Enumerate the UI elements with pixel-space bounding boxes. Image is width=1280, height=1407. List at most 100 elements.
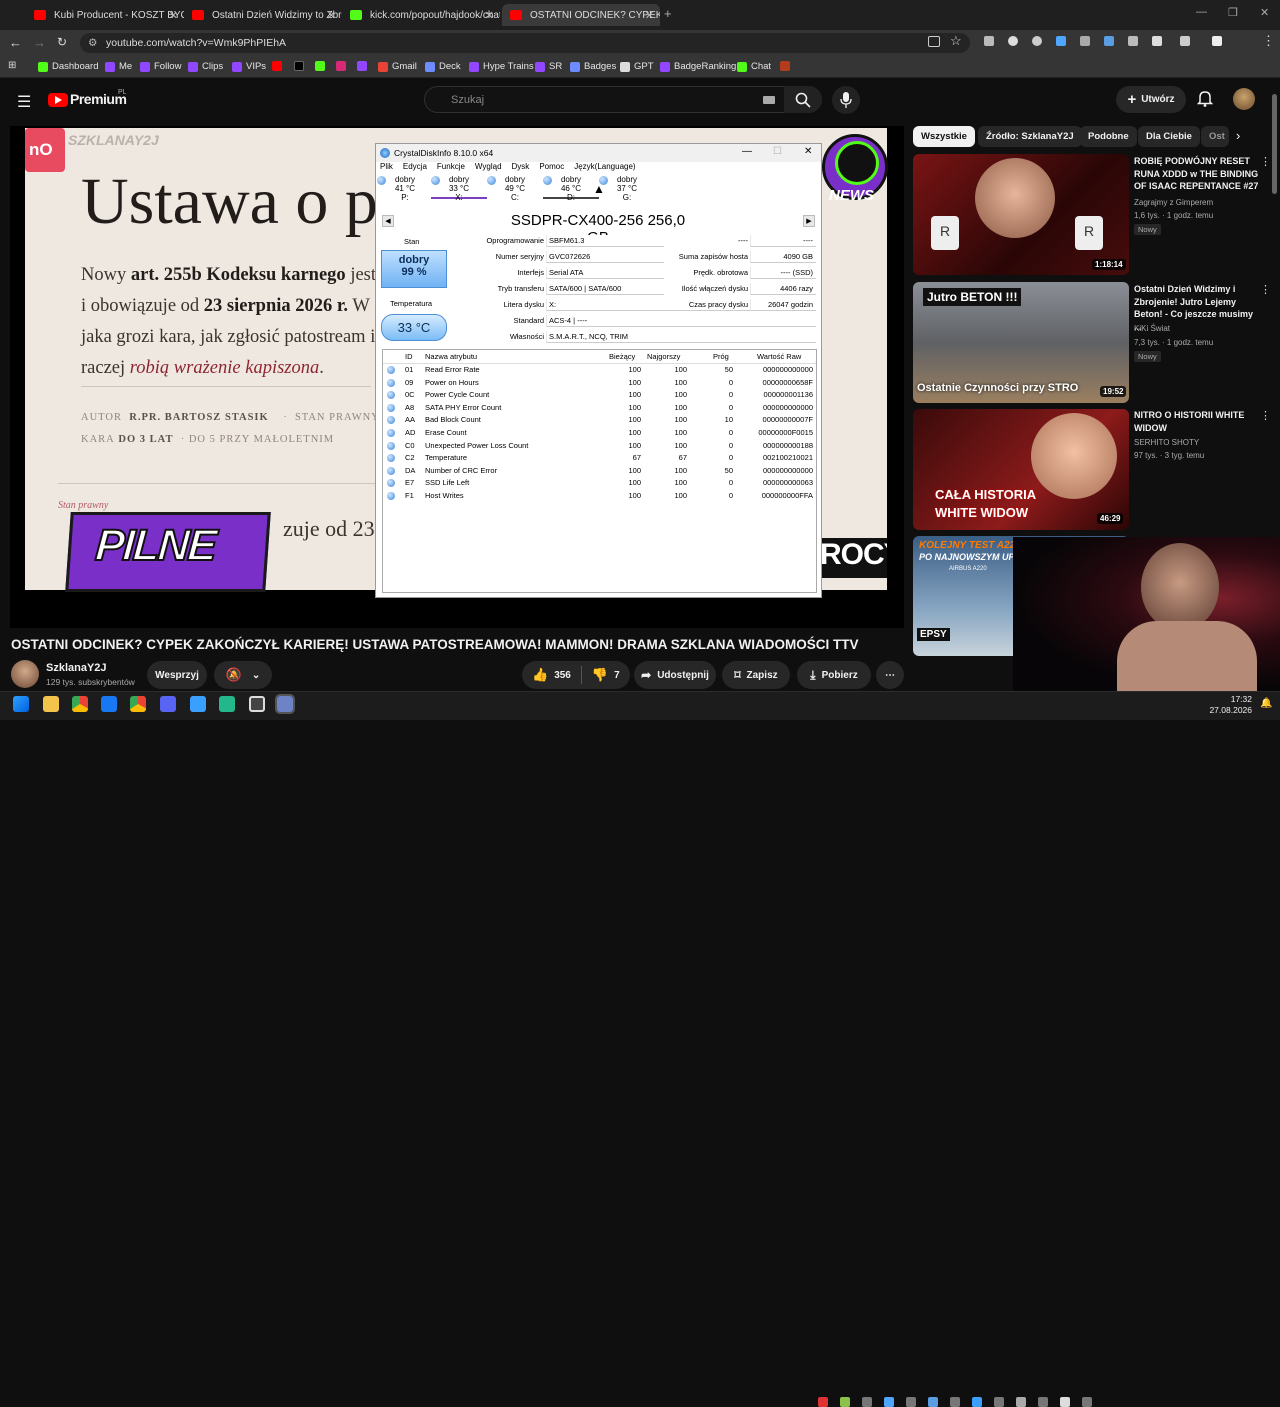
browser-tab-active[interactable]: OSTATNI ODCINEK? CYPEK ZAK ✕ xyxy=(502,4,660,26)
column-header[interactable]: Najgorszy xyxy=(647,351,680,364)
back-icon[interactable]: ← xyxy=(9,35,22,50)
app-icon[interactable] xyxy=(219,696,235,712)
bookmark-deck[interactable]: Deck xyxy=(425,61,461,72)
close-window-icon[interactable]: ✕ xyxy=(804,146,812,157)
extension-icon[interactable] xyxy=(1104,36,1114,46)
maximize-icon[interactable]: ☐ xyxy=(773,146,782,157)
maximize-icon[interactable]: ❐ xyxy=(1228,6,1238,19)
table-row[interactable]: AA Bad Block Count 100 100 10 00000000007F xyxy=(383,414,816,427)
like-count[interactable]: 356 xyxy=(554,670,571,681)
tray-icon[interactable] xyxy=(1038,1397,1048,1407)
tray-icon[interactable] xyxy=(1060,1397,1070,1407)
bookmark-sr[interactable]: SR xyxy=(535,61,562,72)
extension-icon[interactable] xyxy=(1032,36,1042,46)
column-header[interactable]: Wartość Raw xyxy=(757,351,801,364)
more-actions-button[interactable]: ⋯ xyxy=(876,661,904,689)
thumbs-up-icon[interactable]: 👍 xyxy=(532,667,548,683)
column-header[interactable]: Bieżący xyxy=(609,351,635,364)
drive-tab[interactable]: dobry 46 °C D: xyxy=(543,175,599,202)
notifications-button[interactable]: 🔕 ⌄ xyxy=(214,661,272,689)
bookmark-hype-trains[interactable]: Hype Trains xyxy=(469,61,534,72)
new-tab-icon[interactable]: + xyxy=(664,6,672,21)
close-icon[interactable]: ✕ xyxy=(169,9,178,22)
bookmark-extra[interactable] xyxy=(780,61,794,71)
table-row[interactable]: 09 Power on Hours 100 100 0 00000000658F xyxy=(383,377,816,390)
more-options-icon[interactable]: ⋮ xyxy=(1260,155,1271,168)
file-explorer-icon[interactable] xyxy=(43,696,59,712)
bookmark-kick[interactable] xyxy=(315,61,329,71)
bookmark-dashboard[interactable]: Dashboard xyxy=(38,61,98,72)
menu-item-language[interactable]: Język(Language) xyxy=(574,162,635,174)
dislike-count[interactable]: 7 xyxy=(614,670,620,681)
address-bar[interactable]: ⚙ youtube.com/watch?v=Wmk9PhPIEhA xyxy=(80,33,970,53)
app-icon[interactable] xyxy=(190,696,206,712)
channel-name[interactable]: KiKi Świat xyxy=(1134,324,1170,333)
notifications-icon[interactable]: 🔔 xyxy=(1260,698,1272,709)
scrollbar-thumb[interactable] xyxy=(1272,94,1277,194)
browser-menu-icon[interactable]: ⋮ xyxy=(1262,33,1275,49)
tray-icon[interactable] xyxy=(862,1397,872,1407)
menu-item-dysk[interactable]: Dysk xyxy=(512,162,530,174)
drive-tab[interactable]: dobry 49 °C C: xyxy=(487,175,543,202)
tray-icon[interactable] xyxy=(950,1397,960,1407)
bookmark-x[interactable] xyxy=(294,61,308,71)
discord-icon[interactable] xyxy=(160,696,176,712)
star-icon[interactable]: ☆ xyxy=(950,33,962,49)
chip-for-you[interactable]: Dla Ciebie xyxy=(1138,126,1200,147)
chrome-profile-icon[interactable] xyxy=(130,696,146,712)
tray-icon[interactable] xyxy=(840,1397,850,1407)
browser-tab[interactable]: kick.com/popout/hajdook/chat ✕ xyxy=(342,4,500,26)
channel-name[interactable]: SzklanaY2J xyxy=(46,662,107,674)
clock[interactable]: 17:32 27.08.2026 xyxy=(1206,694,1252,716)
download-button[interactable]: ⤓ Pobierz xyxy=(797,661,871,689)
bookmark-badgeranking[interactable]: BadgeRanking xyxy=(660,61,736,72)
extension-icon[interactable] xyxy=(1008,36,1018,46)
menu-item-pomoc[interactable]: Pomoc xyxy=(539,162,564,174)
minimize-icon[interactable]: — xyxy=(742,146,752,157)
chip-more[interactable]: Ost xyxy=(1201,126,1229,147)
tray-icon[interactable] xyxy=(818,1397,828,1407)
browser-tab[interactable]: Ostatni Dzień Widzimy to Zbroj ✕ xyxy=(184,4,342,26)
next-disk-button[interactable]: ▶ xyxy=(803,215,815,227)
chevron-right-icon[interactable]: › xyxy=(1236,128,1240,143)
extension-icon[interactable] xyxy=(1152,36,1162,46)
menu-item-edycja[interactable]: Edycja xyxy=(403,162,427,174)
browser-tab[interactable]: Kubi Producent - KOSZT BYCIA ✕ xyxy=(26,4,184,26)
tray-icon[interactable] xyxy=(972,1397,982,1407)
crystaldiskinfo-taskbar-icon[interactable] xyxy=(275,694,295,714)
table-row[interactable]: AD Erase Count 100 100 0 00000000F0015 xyxy=(383,427,816,440)
site-info-icon[interactable]: ⚙ xyxy=(88,33,97,53)
table-row[interactable]: DA Number of CRC Error 100 100 50 00000000000… xyxy=(383,465,816,478)
windows-start-icon[interactable] xyxy=(13,696,29,712)
share-button[interactable]: ➦ Udostępnij xyxy=(634,661,716,689)
video-thumbnail[interactable]: CAŁA HISTORIA WHITE WIDOW xyxy=(913,409,1129,530)
obs-icon[interactable] xyxy=(249,696,265,712)
extensions-puzzle-icon[interactable] xyxy=(1180,36,1190,46)
facebook-icon[interactable] xyxy=(101,696,117,712)
bookmark-gmail[interactable]: Gmail xyxy=(378,61,417,72)
bookmark-gpt[interactable]: GPT xyxy=(620,61,654,72)
channel-name[interactable]: Zagrajmy z Gimperem xyxy=(1134,198,1213,207)
chip-source[interactable]: Źródło: SzklanaY2J xyxy=(978,126,1082,147)
table-row[interactable]: E7 SSD Life Left 100 100 0 000000000063 xyxy=(383,477,816,490)
video-title[interactable]: NITRO O HISTORII WHITE WIDOW xyxy=(1134,409,1262,434)
channel-name[interactable]: SERHITO SHOTY xyxy=(1134,438,1199,447)
apps-grid-icon[interactable]: ⊞ xyxy=(8,60,16,71)
prev-disk-button[interactable]: ◀ xyxy=(382,215,394,227)
create-button[interactable]: + Utwórz xyxy=(1116,86,1186,113)
chip-all[interactable]: Wszystkie xyxy=(913,126,975,147)
tray-icon[interactable] xyxy=(906,1397,916,1407)
notifications-bell-icon[interactable] xyxy=(1196,90,1214,110)
search-button[interactable] xyxy=(784,86,822,113)
youtube-logo-icon[interactable] xyxy=(48,93,68,107)
bookmark-follow[interactable]: Follow xyxy=(140,61,181,72)
close-icon[interactable]: ✕ xyxy=(327,9,336,22)
close-icon[interactable]: ✕ xyxy=(485,9,494,22)
bookmark-instagram[interactable] xyxy=(336,61,350,71)
bookmark-me[interactable]: Me xyxy=(105,61,132,72)
drive-tab-selected[interactable]: dobry 33 °C X: xyxy=(431,175,487,202)
more-options-icon[interactable]: ⋮ xyxy=(1260,283,1271,296)
tray-icon[interactable] xyxy=(1082,1397,1092,1407)
video-thumbnail[interactable]: R R xyxy=(913,154,1129,275)
extension-icon[interactable] xyxy=(1128,36,1138,46)
